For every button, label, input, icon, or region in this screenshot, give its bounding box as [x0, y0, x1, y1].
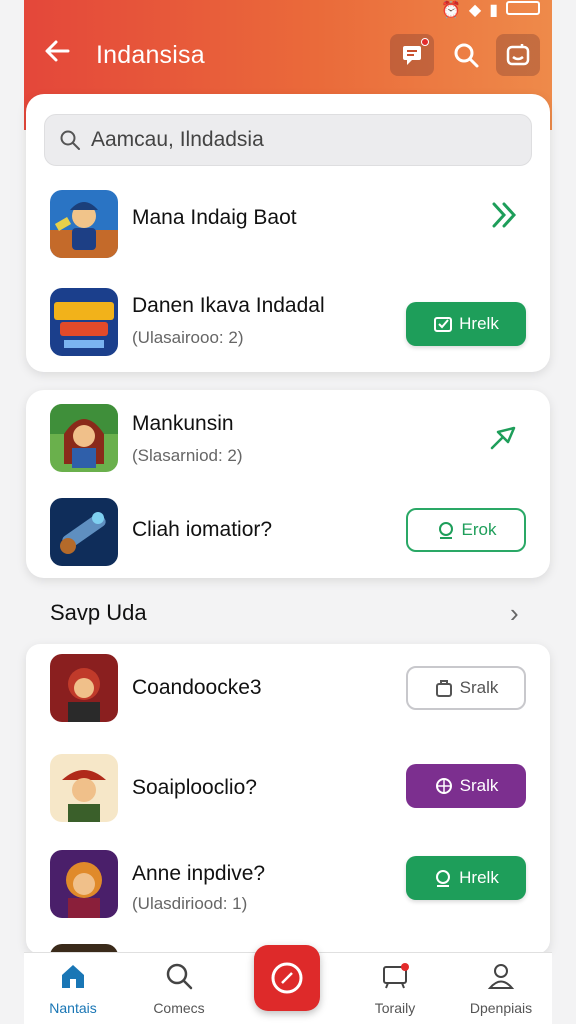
search-input[interactable]: Aamcau, Ilndadsia: [44, 114, 532, 166]
nav-search-label: Comecs: [153, 1000, 205, 1016]
install-button-label: Hrelk: [459, 868, 499, 887]
pin-icon[interactable]: [488, 420, 520, 461]
chat-bubble-icon: [438, 522, 453, 539]
nav-notifications-label: Toraily: [374, 1000, 416, 1016]
open-button-label: Erok: [461, 520, 497, 539]
install-button[interactable]: Hrelk: [406, 856, 526, 900]
more-games-list: Coandoocke3 Sralk Soaiplooclio? Sralk An…: [26, 644, 550, 954]
search-icon: [454, 43, 479, 68]
list-item[interactable]: Mankunsin (Slasarniod: 2): [50, 404, 526, 474]
signal-icon: ▮: [489, 2, 498, 19]
item-title: Anne inpdive?: [132, 862, 266, 885]
item-title: Coandoocke3: [132, 676, 262, 699]
app-icon: [50, 754, 118, 822]
item-subtitle: (Ulasairooo: 2): [132, 328, 244, 347]
chat-button[interactable]: [390, 34, 434, 76]
nav-profile[interactable]: Dpenpiais: [456, 961, 546, 1016]
search-icon: [60, 130, 80, 150]
compass-icon: [271, 962, 303, 994]
nav-search[interactable]: Comecs: [134, 961, 224, 1016]
bag-icon: [435, 680, 452, 697]
page-title: Indansisa: [96, 41, 205, 69]
app-icon: [50, 190, 118, 258]
item-subtitle: (Ulasdiriood: 1): [132, 894, 248, 913]
nav-profile-label: Dpenpiais: [469, 1000, 533, 1016]
item-title: Mana Indaig Baot: [132, 206, 297, 229]
profile-button[interactable]: [496, 34, 540, 76]
buy-button[interactable]: Sralk: [406, 764, 526, 808]
search-icon: [166, 963, 193, 990]
wifi-icon: ◆: [468, 2, 482, 19]
list-item[interactable]: Mana Indaig Baot: [50, 190, 526, 260]
chat-icon: [403, 46, 421, 65]
item-subtitle: (Slasarniod: 2): [132, 446, 243, 465]
featured-card: Aamcau, Ilndadsia Mana Indaig Baot Danen…: [26, 94, 550, 372]
item-title: Cliah iomatior?: [132, 518, 273, 541]
chevron-right-icon[interactable]: ›: [510, 598, 519, 629]
install-button-label: Hrelk: [459, 314, 499, 333]
app-icon: [50, 850, 118, 918]
inbox-icon: [383, 963, 409, 989]
status-bar: ⏰ ◆ ▮: [441, 0, 540, 20]
back-arrow-icon: [45, 40, 70, 62]
list-item[interactable]: Coandoocke3 Sralk: [50, 654, 526, 724]
section-title: Savp Uda: [50, 600, 147, 625]
search-button[interactable]: [444, 34, 488, 76]
nav-notifications[interactable]: Toraily: [350, 961, 440, 1016]
camera-icon: [506, 44, 530, 66]
nav-home-label: Nantais: [49, 1000, 97, 1016]
games-card: Mankunsin (Slasarniod: 2) Cliah iomatior…: [26, 390, 550, 578]
search-placeholder: Aamcau, Ilndadsia: [91, 128, 264, 151]
check-box-icon: [434, 317, 453, 332]
home-icon: [62, 965, 84, 988]
item-title: Soaiplooclio?: [132, 776, 257, 799]
get-button[interactable]: Sralk: [406, 666, 526, 710]
item-title: Mankunsin: [132, 412, 234, 435]
bottom-navigation: Nantais Comecs Toraily Dpenpiais: [24, 945, 552, 1024]
list-item[interactable]: Soaiplooclio? Sralk: [50, 754, 526, 824]
list-item[interactable]: Danen Ikava Indadal (Ulasairooo: 2) Hrel…: [50, 288, 526, 358]
chat-bubble-icon: [436, 870, 451, 887]
app-icon: [50, 654, 118, 722]
get-button-label: Sralk: [459, 678, 499, 697]
app-icon: [50, 288, 118, 356]
nav-home[interactable]: Nantais: [28, 961, 118, 1016]
install-button[interactable]: Hrelk: [406, 302, 526, 346]
double-chevron-right-icon[interactable]: [490, 200, 520, 239]
buy-button-label: Sralk: [459, 776, 499, 795]
app-icon: [50, 498, 118, 566]
compass-button[interactable]: [254, 945, 320, 1011]
back-button[interactable]: [40, 36, 74, 70]
open-button[interactable]: Erok: [406, 508, 526, 552]
user-icon: [487, 964, 515, 989]
globe-icon: [435, 778, 452, 794]
notification-dot: [421, 38, 429, 46]
item-title: Danen Ikava Indadal: [132, 294, 325, 317]
battery-icon: [506, 1, 540, 15]
alarm-icon: ⏰: [440, 2, 461, 19]
app-icon: [50, 404, 118, 472]
list-item[interactable]: Cliah iomatior? Erok: [50, 498, 526, 568]
list-item[interactable]: Anne inpdive? (Ulasdiriood: 1) Hrelk: [50, 850, 526, 920]
